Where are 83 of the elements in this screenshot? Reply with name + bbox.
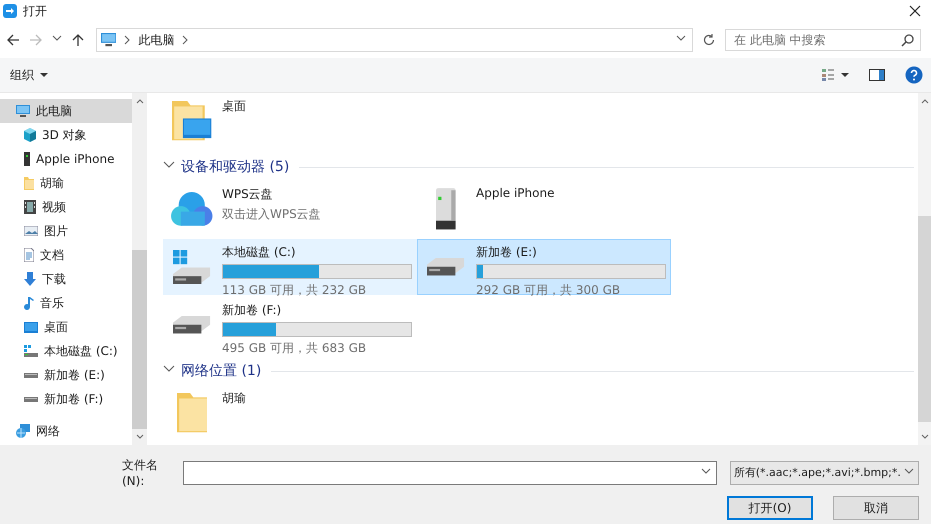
search-icon[interactable] — [901, 33, 915, 47]
sidebar-item[interactable]: 此电脑 — [0, 99, 132, 123]
scrollbar[interactable] — [918, 93, 931, 445]
close-icon[interactable] — [909, 5, 921, 17]
sidebar-item[interactable]: Apple iPhone — [0, 147, 132, 171]
sidebar-item[interactable]: 网络 — [0, 419, 132, 443]
back-arrow-icon[interactable] — [6, 33, 20, 47]
item-name: 新加卷 (F:) — [222, 302, 282, 319]
film-icon — [24, 200, 36, 214]
drive-icon — [24, 396, 38, 402]
cloud-icon — [171, 192, 213, 226]
item-name: WPS云盘 — [222, 186, 274, 203]
file-type-dropdown[interactable]: 所有(*.aac;*.ape;*.avi;*.bmp;*. — [730, 460, 904, 484]
address-bar[interactable]: 此电脑 — [96, 28, 693, 52]
caret-icon[interactable] — [841, 72, 849, 78]
folder-icon — [24, 176, 34, 190]
sidebar-item[interactable]: 桌面 — [0, 315, 132, 339]
computer-icon — [16, 105, 30, 117]
windows-drive-icon — [173, 250, 211, 284]
chevron-icon — [124, 35, 130, 45]
preview-pane-icon[interactable] — [869, 68, 885, 82]
item-name: 胡瑜 — [222, 390, 247, 407]
scroll-up-icon[interactable] — [136, 98, 144, 104]
desktop-icon — [24, 322, 38, 332]
app-icon — [3, 4, 17, 18]
windows-drive-icon — [24, 345, 38, 357]
drive-icon — [427, 258, 465, 276]
sidebar-item[interactable]: 下载 — [0, 267, 132, 291]
music-note-icon — [24, 296, 34, 310]
scroll-down-icon[interactable] — [920, 434, 928, 440]
sidebar-item[interactable]: 新加卷 (E:) — [0, 363, 132, 387]
device-tile[interactable]: Apple iPhone — [417, 181, 671, 237]
item-description: 双击进入WPS云盘 — [222, 206, 322, 223]
drive-tile[interactable]: 本地磁盘 (C:) 113 GB 可用，共 232 GB — [163, 239, 417, 295]
window-title: 打开 — [23, 2, 47, 20]
network-icon — [16, 424, 30, 438]
chevron-icon[interactable] — [182, 35, 188, 45]
scrollbar[interactable] — [132, 93, 147, 445]
filename-label: 文件名(N): — [122, 457, 159, 488]
down-arrow-icon — [24, 272, 36, 286]
sidebar-item[interactable]: 本地磁盘 (C:) — [0, 339, 132, 363]
tower-device-icon — [436, 188, 456, 230]
item-name: 本地磁盘 (C:) — [222, 244, 297, 261]
phone-icon — [24, 152, 30, 166]
document-icon — [24, 248, 34, 262]
item-name: Apple iPhone — [476, 186, 556, 200]
sidebar-item[interactable]: 文档 — [0, 243, 132, 267]
sidebar-item[interactable]: 视频 — [0, 195, 132, 219]
sidebar-item[interactable]: 新加卷 (F:) — [0, 387, 132, 411]
sidebar-item[interactable]: 图片 — [0, 219, 132, 243]
cancel-button[interactable]: 取消 — [833, 496, 919, 520]
search-field[interactable]: 在 此电脑 中搜索 — [725, 29, 921, 51]
device-tile[interactable]: WPS云盘 双击进入WPS云盘 — [163, 181, 417, 237]
filename-field[interactable] — [182, 460, 717, 484]
organize-menu[interactable]: 组织 — [10, 66, 34, 84]
cube-icon — [24, 128, 36, 142]
help-icon[interactable] — [905, 66, 923, 84]
image-icon — [24, 226, 38, 236]
folder-tile[interactable]: 胡瑜 — [163, 385, 417, 441]
sidebar-item[interactable]: 音乐 — [0, 291, 132, 315]
breadcrumb[interactable]: 此电脑 — [138, 32, 174, 48]
scroll-up-icon[interactable] — [920, 98, 928, 104]
item-name: 新加卷 (E:) — [476, 244, 538, 261]
drive-tile[interactable]: 新加卷 (E:) 292 GB 可用，共 300 GB — [417, 239, 671, 295]
caret-icon[interactable] — [40, 72, 48, 78]
drive-icon — [173, 316, 211, 334]
section-header: 设备和驱动器 (5) — [181, 158, 290, 176]
view-list-icon[interactable] — [821, 68, 835, 82]
section-header: 网络位置 (1) — [181, 362, 262, 380]
item-name: 桌面 — [222, 98, 247, 115]
sidebar-item[interactable]: 3D 对象 — [0, 123, 132, 147]
sidebar-item[interactable]: 胡瑜 — [0, 171, 132, 195]
drive-icon — [24, 372, 38, 378]
refresh-icon[interactable] — [702, 33, 716, 47]
scroll-thumb[interactable] — [132, 250, 147, 429]
open-button[interactable]: 打开(O) — [727, 496, 813, 520]
folder-icon — [176, 393, 208, 433]
scroll-down-icon[interactable] — [136, 434, 144, 440]
scroll-thumb[interactable] — [918, 216, 931, 422]
desktop-folder-icon — [172, 101, 212, 141]
folder-tile[interactable]: 桌面 — [163, 93, 417, 149]
computer-icon — [101, 33, 116, 47]
up-arrow-icon[interactable] — [71, 33, 85, 47]
